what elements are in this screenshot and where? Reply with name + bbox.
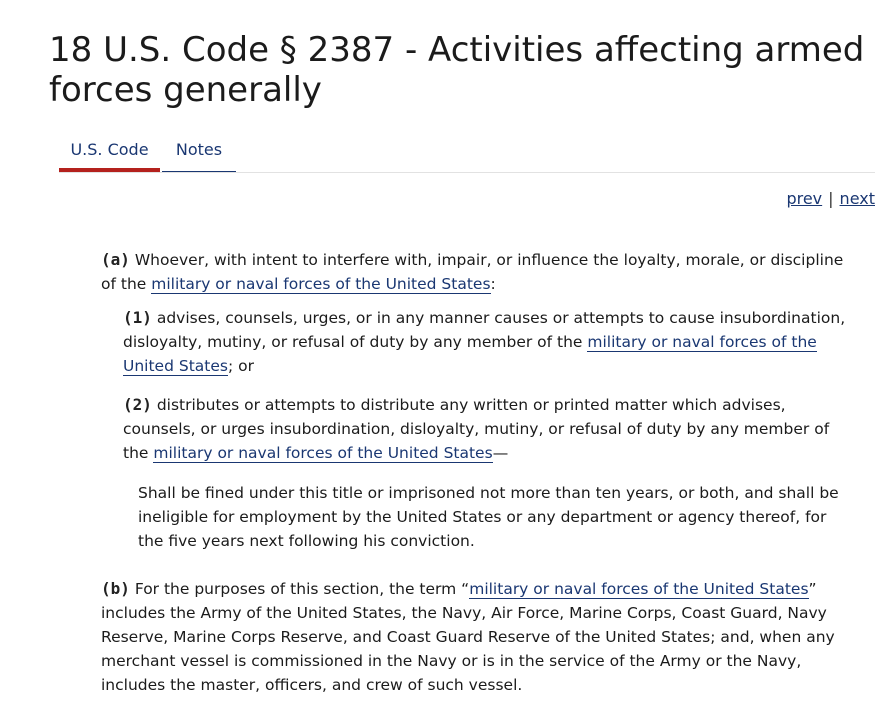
subsection-a: (a) Whoever, with intent to interfere wi… xyxy=(101,248,853,296)
paragraph-2-text-end: — xyxy=(492,444,509,462)
tab-notes[interactable]: Notes xyxy=(162,130,236,172)
definition-link[interactable]: military or naval forces of the United S… xyxy=(153,444,493,463)
page-title: 18 U.S. Code § 2387 - Activities affecti… xyxy=(49,30,865,110)
paragraph-1-number: (1) xyxy=(123,308,152,327)
definition-link[interactable]: military or naval forces of the United S… xyxy=(469,580,809,599)
tab-bar: U.S. Code Notes xyxy=(59,130,875,173)
subsection-a-number: (a) xyxy=(101,250,130,269)
pager-separator: | xyxy=(828,189,834,208)
continuation-text: Shall be fined under this title or impri… xyxy=(138,484,839,550)
subsection-b-number: (b) xyxy=(101,579,130,598)
paragraph-2: (2) distributes or attempts to distribut… xyxy=(123,393,853,465)
section-text: (a) Whoever, with intent to interfere wi… xyxy=(101,248,853,697)
tab-us-code[interactable]: U.S. Code xyxy=(59,130,160,172)
definition-link[interactable]: military or naval forces of the United S… xyxy=(151,275,491,294)
prev-link[interactable]: prev xyxy=(786,189,822,208)
paragraph-1: (1) advises, counsels, urges, or in any … xyxy=(123,306,853,378)
subsection-b-text-start: For the purposes of this section, the te… xyxy=(129,580,470,598)
next-link[interactable]: next xyxy=(840,189,875,208)
paragraph-1-text-end: ; or xyxy=(227,357,254,375)
paragraph-2-number: (2) xyxy=(123,395,152,414)
pager: prev | next xyxy=(786,189,875,208)
subsection-b: (b) For the purposes of this section, th… xyxy=(101,577,853,697)
subsection-a-text-end: : xyxy=(490,275,496,293)
